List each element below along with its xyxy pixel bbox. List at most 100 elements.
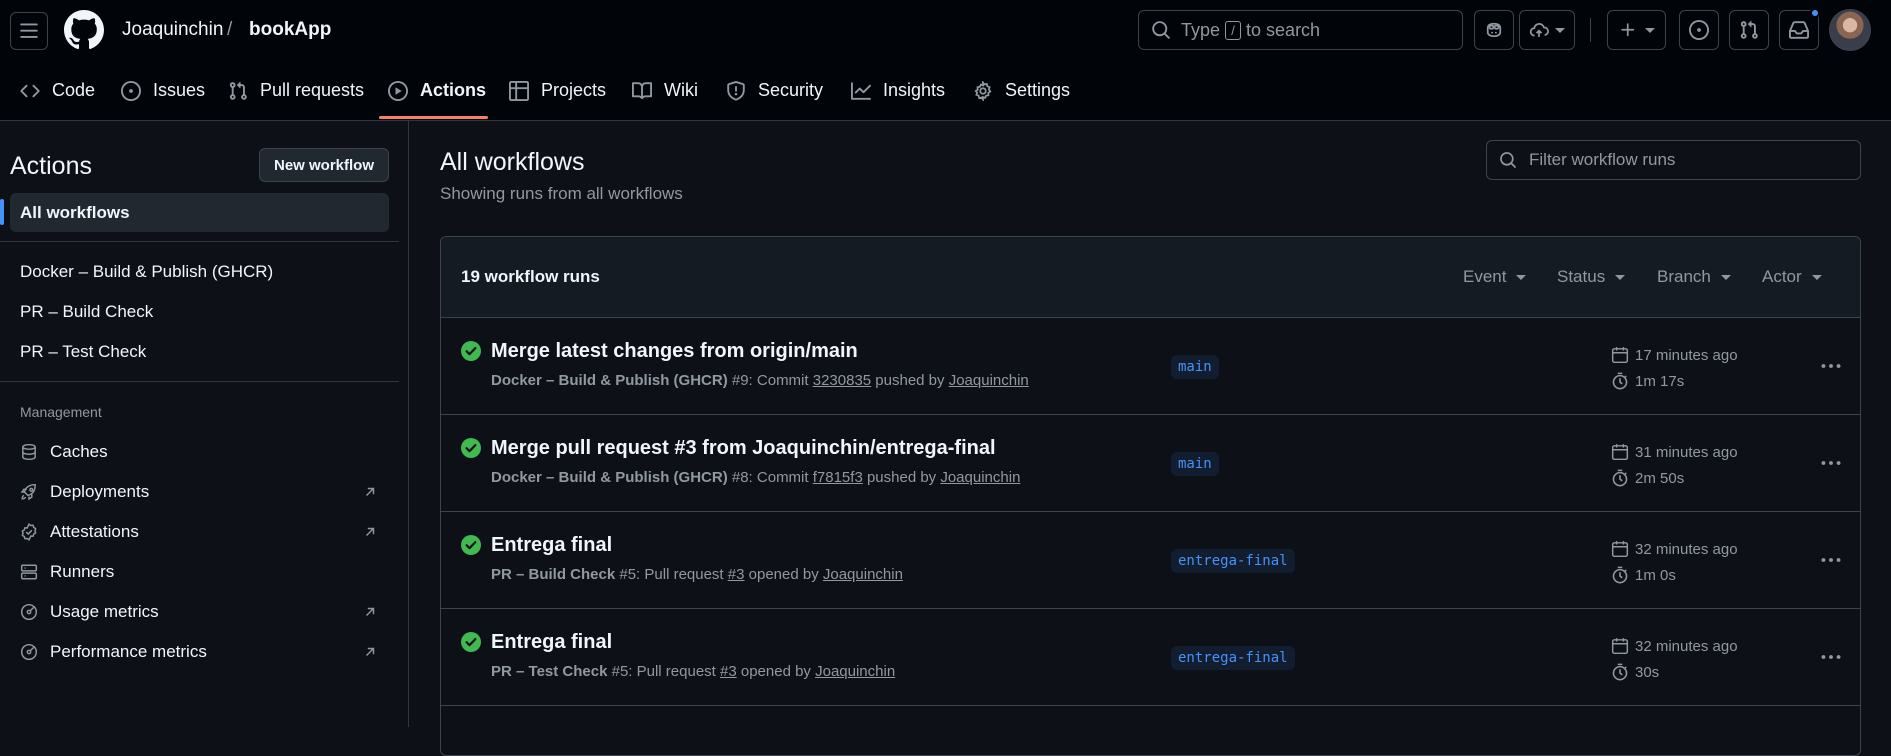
sidebar-item-performance-metrics[interactable]: Performance metrics	[20, 637, 380, 667]
branch-filter-dropdown[interactable]: Branch	[1657, 267, 1731, 287]
search-shortcut-key: /	[1225, 20, 1242, 40]
workflow-run-row[interactable]: Entrega final PR – Test Check #5: Pull r…	[441, 609, 1860, 706]
run-actor-link[interactable]: Joaquinchin	[940, 469, 1020, 486]
chevron-down-icon	[1615, 274, 1626, 280]
create-new-button[interactable]	[1607, 10, 1666, 50]
branch-badge[interactable]: entrega-final	[1171, 646, 1295, 670]
filter-label: Status	[1557, 267, 1606, 286]
pull-request-icon	[228, 81, 248, 101]
run-duration: 2m 50s	[1635, 469, 1685, 487]
tab-label: Settings	[1005, 80, 1071, 100]
kebab-horizontal-icon[interactable]	[1816, 448, 1846, 478]
chevron-down-icon	[1811, 274, 1822, 280]
issue-icon	[1689, 20, 1709, 40]
calendar-icon	[1611, 637, 1629, 655]
calendar-icon	[1611, 346, 1629, 364]
new-workflow-button[interactable]: New workflow	[259, 148, 389, 182]
sidebar-divider	[0, 381, 399, 382]
sidebar-title: Actions	[10, 152, 92, 180]
run-ref-link[interactable]: #3	[728, 566, 745, 583]
sidebar-item-runners[interactable]: Runners	[20, 557, 380, 587]
run-meta-text: #5: Pull request	[607, 663, 721, 680]
workflow-run-row[interactable]: Merge pull request #3 from Joaquinchin/e…	[441, 415, 1860, 512]
tab-projects[interactable]: Projects	[509, 60, 606, 121]
your-issues-button[interactable]	[1679, 10, 1719, 50]
github-logo-icon[interactable]	[64, 10, 104, 50]
sidebar-workflow-pr-test[interactable]: PR – Test Check	[20, 342, 146, 362]
runs-list-header: 19 workflow runs Event Status Branch Act…	[441, 237, 1860, 318]
run-meta: PR – Test Check #5: Pull request #3 open…	[491, 663, 895, 680]
tab-settings[interactable]: Settings	[973, 60, 1070, 121]
search-prefix-text: Type	[1181, 19, 1221, 40]
sidebar-item-caches[interactable]: Caches	[20, 437, 380, 467]
kebab-horizontal-icon[interactable]	[1816, 351, 1846, 381]
sidebar-item-all-workflows[interactable]: All workflows	[10, 193, 389, 232]
sidebar-item-attestations[interactable]: Attestations	[20, 517, 380, 547]
tab-label: Wiki	[664, 80, 698, 100]
branch-badge[interactable]: main	[1171, 452, 1219, 476]
run-timing: 31 minutes ago 2m 50s	[1611, 439, 1771, 491]
open-global-nav-button[interactable]	[10, 12, 48, 50]
run-actor-link[interactable]: Joaquinchin	[823, 566, 903, 583]
your-pull-requests-button[interactable]	[1729, 10, 1769, 50]
copilot-button[interactable]	[1474, 10, 1514, 50]
top-bar: Joaquinchin / bookApp Type / to search	[0, 0, 1891, 60]
run-time-ago: 31 minutes ago	[1635, 443, 1738, 461]
sidebar-item-usage-metrics[interactable]: Usage metrics	[20, 597, 380, 627]
global-search-input[interactable]: Type / to search	[1138, 10, 1463, 50]
stopwatch-icon	[1611, 372, 1629, 390]
run-title-link[interactable]: Merge latest changes from origin/main	[491, 340, 858, 363]
verified-icon	[20, 523, 38, 541]
run-workflow-name: Docker – Build & Publish (GHCR)	[491, 372, 728, 389]
branch-badge[interactable]: entrega-final	[1171, 549, 1295, 573]
copilot-cloud-icon	[1529, 20, 1549, 40]
sidebar-item-deployments[interactable]: Deployments	[20, 477, 380, 507]
run-title-link[interactable]: Entrega final	[491, 534, 612, 557]
run-title-link[interactable]: Entrega final	[491, 631, 612, 654]
unread-indicator	[1810, 8, 1820, 18]
breadcrumb-separator: /	[227, 19, 233, 40]
play-icon	[388, 80, 408, 101]
run-title-link[interactable]: Merge pull request #3 from Joaquinchin/e…	[491, 437, 996, 460]
tab-insights[interactable]: Insights	[851, 60, 945, 121]
status-filter-dropdown[interactable]: Status	[1557, 267, 1626, 287]
run-actor-link[interactable]: Joaquinchin	[815, 663, 895, 680]
branch-badge[interactable]: main	[1171, 355, 1219, 379]
tab-issues[interactable]: Issues	[121, 60, 205, 121]
filter-workflow-runs-input[interactable]: Filter workflow runs	[1486, 140, 1861, 180]
management-heading: Management	[20, 404, 102, 420]
event-filter-dropdown[interactable]: Event	[1463, 267, 1527, 287]
copilot-menu-button[interactable]	[1519, 10, 1575, 50]
sidebar-workflow-docker[interactable]: Docker – Build & Publish (GHCR)	[20, 262, 273, 282]
kebab-horizontal-icon[interactable]	[1816, 545, 1846, 575]
chevron-down-icon	[1720, 274, 1731, 280]
run-meta: PR – Build Check #5: Pull request #3 ope…	[491, 566, 903, 583]
kebab-horizontal-icon[interactable]	[1816, 642, 1846, 672]
run-time-ago: 32 minutes ago	[1635, 637, 1738, 655]
tab-pull-requests[interactable]: Pull requests	[228, 60, 364, 121]
external-link-icon	[363, 645, 377, 659]
actions-sidebar: Actions New workflow All workflows Docke…	[0, 121, 409, 727]
breadcrumb-repo-link[interactable]: bookApp	[249, 19, 331, 41]
copilot-icon	[1484, 20, 1504, 40]
sidebar-workflow-pr-build[interactable]: PR – Build Check	[20, 302, 153, 322]
breadcrumb-owner-link[interactable]: Joaquinchin	[122, 19, 223, 41]
actor-filter-dropdown[interactable]: Actor	[1762, 267, 1822, 287]
run-ref-link[interactable]: f7815f3	[813, 469, 863, 486]
user-avatar[interactable]	[1829, 9, 1871, 51]
search-icon	[1151, 20, 1171, 40]
tab-code[interactable]: Code	[20, 60, 95, 121]
run-workflow-name: PR – Test Check	[491, 663, 608, 680]
run-meta-text: #9: Commit	[727, 372, 813, 389]
run-actor-link[interactable]: Joaquinchin	[949, 372, 1029, 389]
tab-security[interactable]: Security	[726, 60, 823, 121]
tab-actions[interactable]: Actions	[388, 60, 486, 121]
run-time-ago: 17 minutes ago	[1635, 346, 1738, 364]
stopwatch-icon	[1611, 663, 1629, 681]
tab-wiki[interactable]: Wiki	[632, 60, 698, 121]
run-ref-link[interactable]: 3230835	[813, 372, 871, 389]
filter-label: Event	[1463, 267, 1507, 286]
workflow-run-row[interactable]: Entrega final PR – Build Check #5: Pull …	[441, 512, 1860, 609]
run-ref-link[interactable]: #3	[720, 663, 737, 680]
workflow-run-row[interactable]: Merge latest changes from origin/main Do…	[441, 318, 1860, 415]
